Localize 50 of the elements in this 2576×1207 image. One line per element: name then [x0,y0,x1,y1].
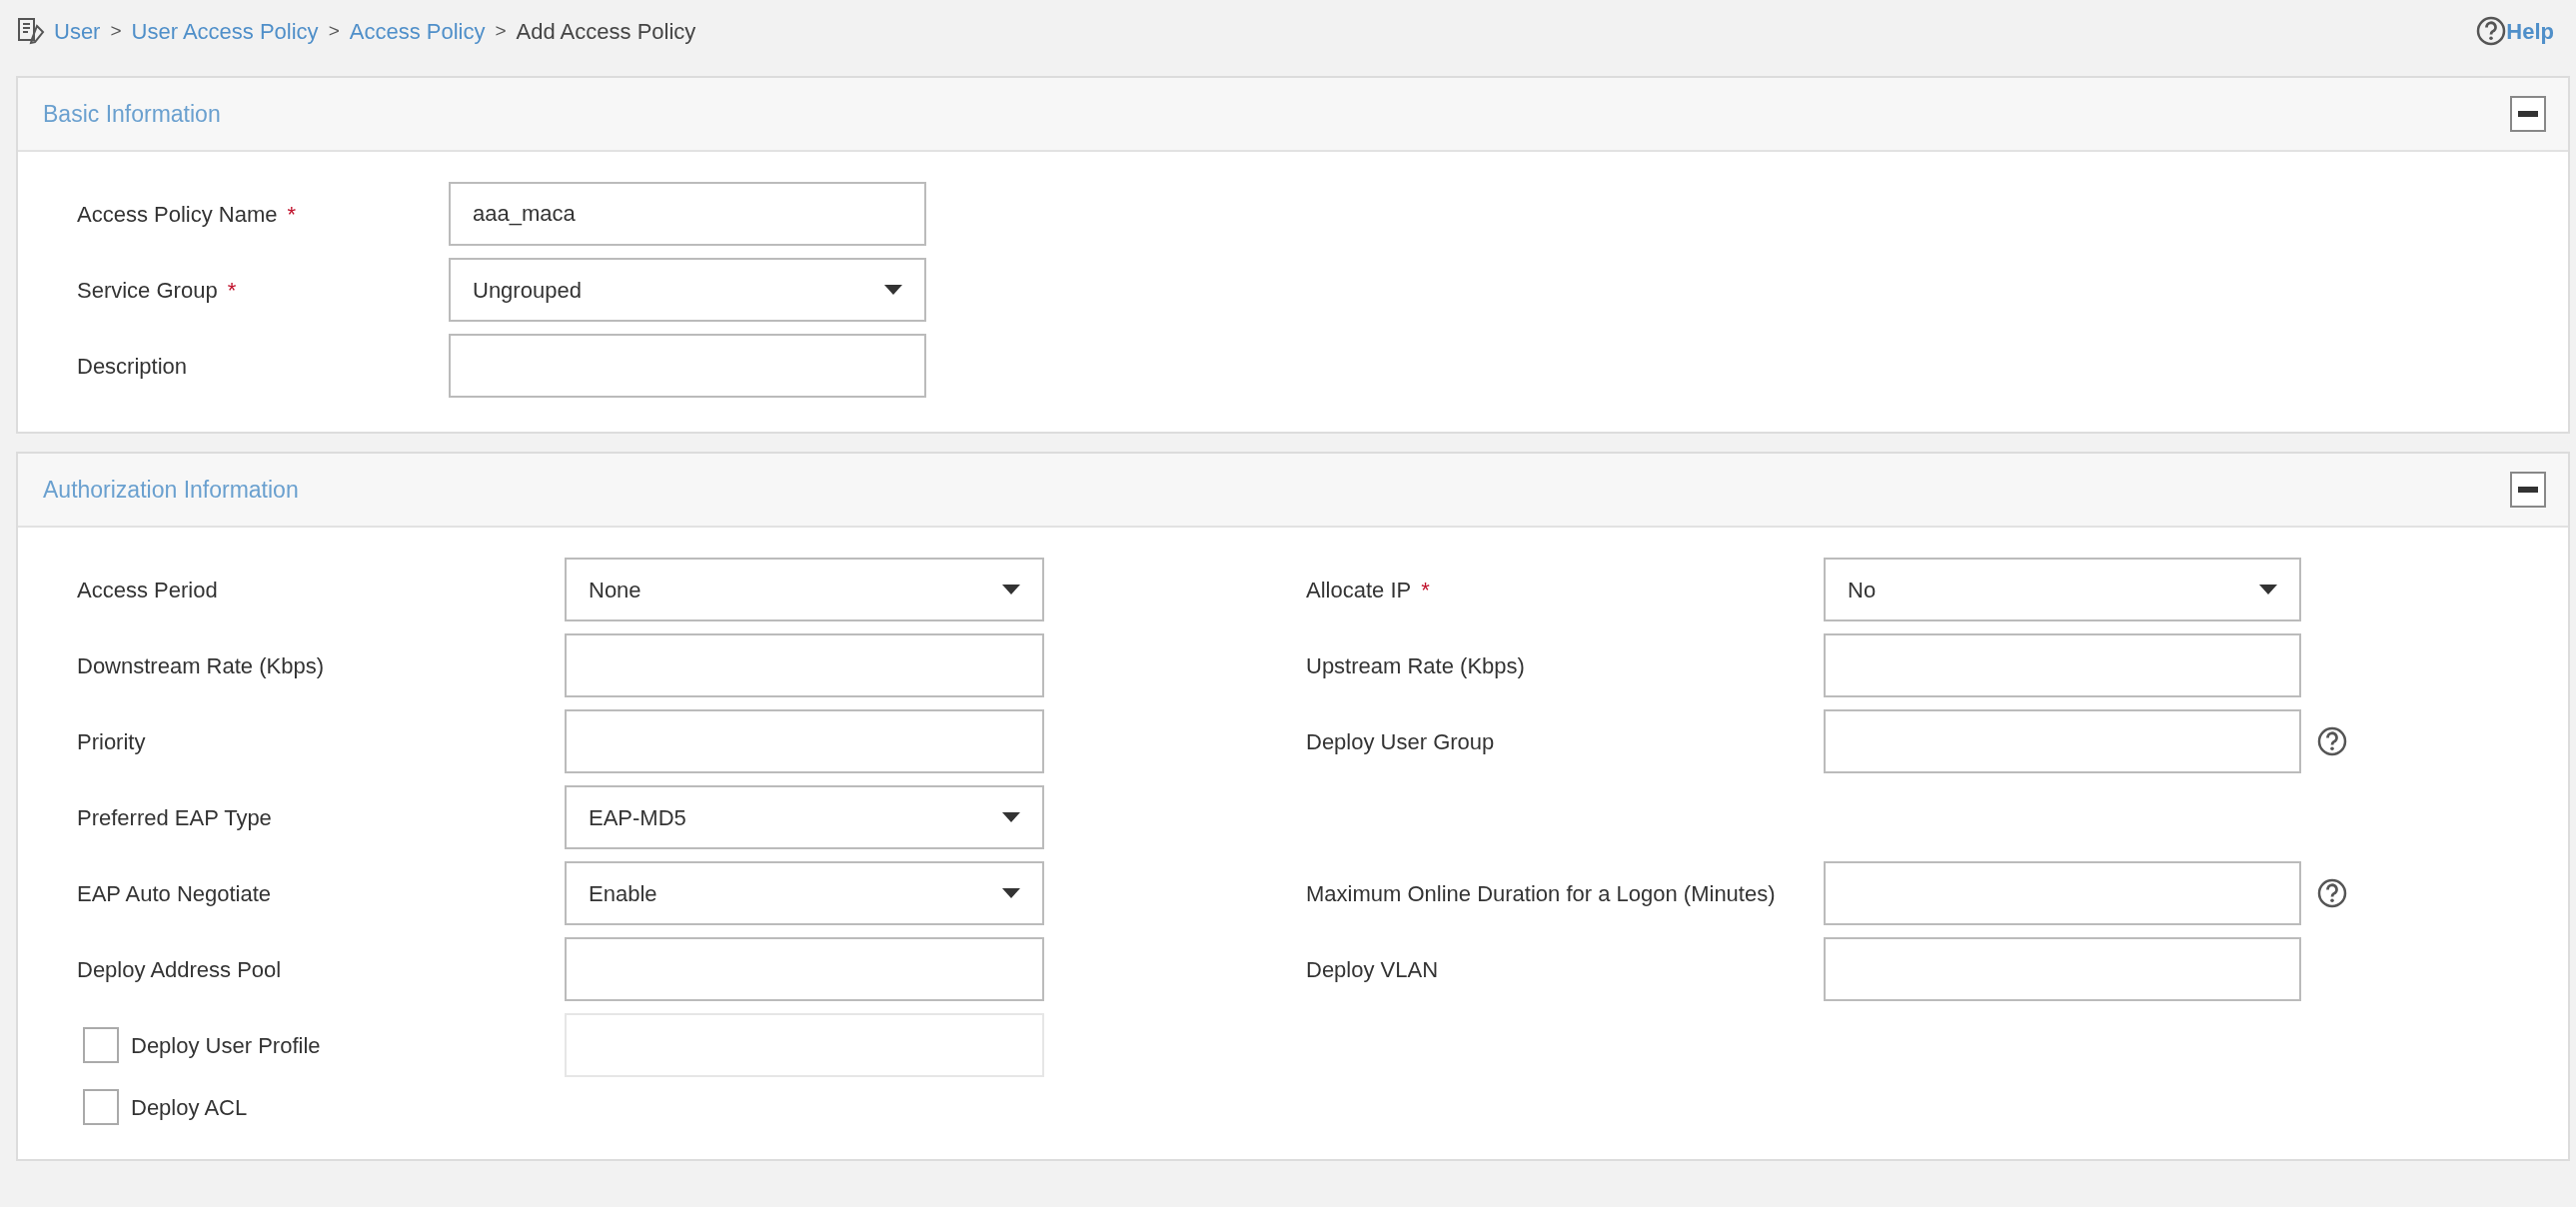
field-label: Deploy VLAN [1306,955,1439,984]
text-field[interactable] [1824,633,2301,697]
text-field[interactable] [565,633,1044,697]
field-label: Maximum Online Duration for a Logon (Minutes) [1306,879,1776,908]
text-field[interactable] [449,334,926,398]
field-label: Allocate IP [1306,576,1412,604]
caret-icon [1002,812,1020,822]
select-field[interactable]: EAP-MD5 [565,785,1044,849]
text-field[interactable] [1824,709,2301,773]
field-label: Service Group [77,276,218,305]
field-label: Upstream Rate (Kbps) [1306,651,1525,680]
field-label: Access Period [77,576,218,604]
select-field[interactable]: No [1824,558,2301,621]
caret-icon [884,285,902,295]
breadcrumb-separator: > [495,18,507,43]
text-field[interactable] [565,709,1044,773]
collapse-button[interactable] [2510,96,2546,132]
text-field[interactable] [1824,861,2301,925]
collapse-button[interactable] [2510,472,2546,508]
text-field[interactable]: aaa_maca [449,182,926,246]
document-edit-icon [16,16,46,46]
text-field[interactable] [565,937,1044,1001]
select-field[interactable]: Ungrouped [449,258,926,322]
field-label: Deploy User Group [1306,727,1495,756]
section-title: Authorization Information [43,475,299,505]
caret-icon [1002,888,1020,898]
help-icon [2476,16,2507,46]
field-label: Deploy Address Pool [77,955,282,984]
checkbox-label: Deploy User Profile [131,1031,321,1060]
checkbox[interactable] [83,1089,119,1125]
breadcrumb-separator: > [110,18,122,43]
breadcrumb-separator: > [328,18,340,43]
breadcrumb-current: Add Access Policy [516,17,696,46]
select-field[interactable]: None [565,558,1044,621]
checkbox[interactable] [83,1027,119,1063]
select-field[interactable]: Enable [565,861,1044,925]
checkbox-label: Deploy ACL [131,1093,248,1122]
field-label: EAP Auto Negotiate [77,879,272,908]
caret-icon [2259,585,2277,595]
field-label: Description [77,352,188,381]
section-title: Basic Information [43,99,221,129]
caret-icon [1002,585,1020,595]
field-label: Preferred EAP Type [77,803,272,832]
required-marker: * [227,276,237,305]
text-field[interactable] [1824,937,2301,1001]
required-marker: * [287,200,297,229]
required-marker: * [1421,576,1430,604]
field-label: Access Policy Name [77,200,278,229]
field-label: Downstream Rate (Kbps) [77,651,324,680]
field-label: Priority [77,727,146,756]
